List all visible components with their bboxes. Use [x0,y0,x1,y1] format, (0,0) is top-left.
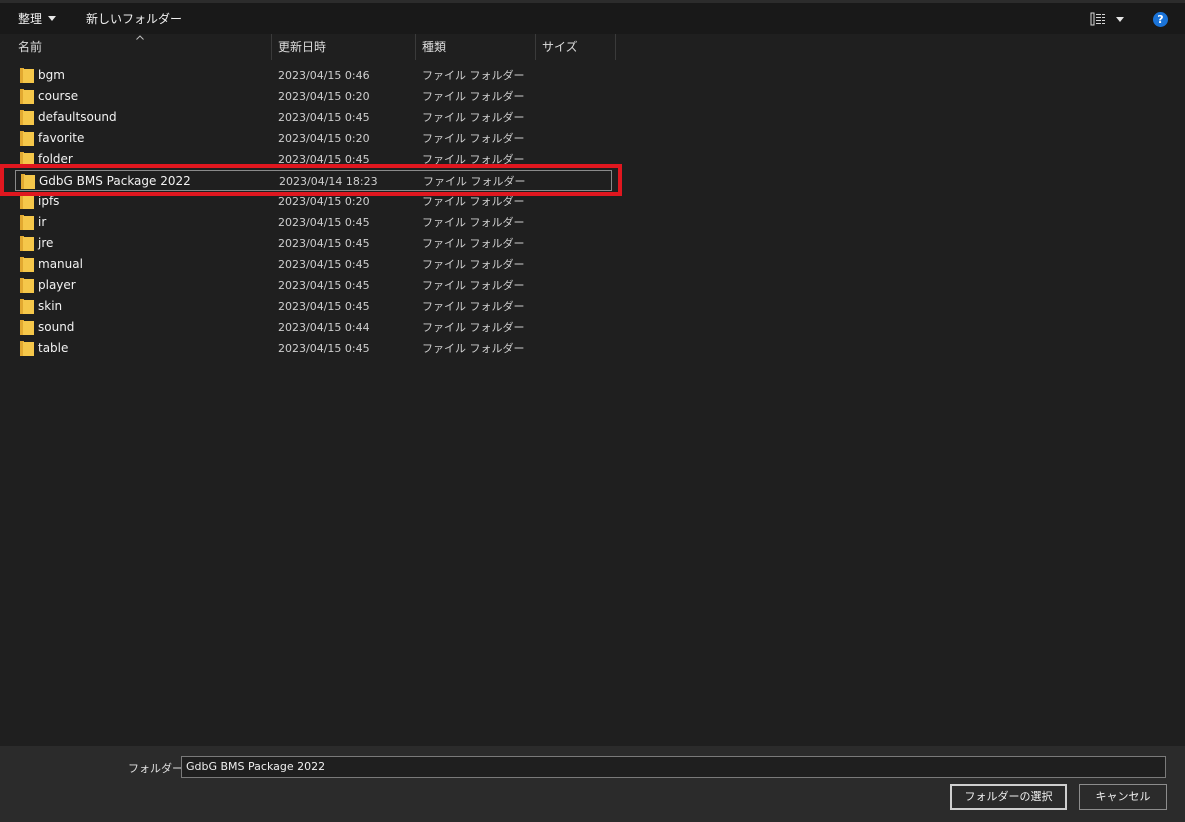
file-row[interactable]: defaultsound 2023/04/15 0:45 ファイル フォルダー [15,107,612,128]
file-row[interactable]: jre 2023/04/15 0:45 ファイル フォルダー [15,233,612,254]
file-date: 2023/04/15 0:45 [278,342,370,355]
folder-icon [20,257,34,272]
organize-label: 整理 [18,12,43,26]
new-folder-button[interactable]: 新しいフォルダー [86,9,182,29]
chevron-down-icon [1116,17,1124,22]
file-type: ファイル フォルダー [422,153,525,166]
file-row[interactable]: folder 2023/04/15 0:45 ファイル フォルダー [15,149,612,170]
file-date: 2023/04/15 0:44 [278,321,370,334]
sort-ascending-icon [136,35,144,40]
file-row[interactable]: player 2023/04/15 0:45 ファイル フォルダー [15,275,612,296]
file-type: ファイル フォルダー [422,69,525,82]
help-icon[interactable]: ? [1153,12,1168,27]
dialog-footer: フォルダー: GdbG BMS Package 2022 フォルダーの選択 キャ… [0,746,1185,822]
file-date: 2023/04/15 0:45 [278,153,370,166]
file-type: ファイル フォルダー [422,279,525,292]
column-header-date[interactable]: 更新日時 [272,34,416,60]
folder-icon [21,174,35,189]
file-name: GdbG BMS Package 2022 [39,174,191,188]
file-date: 2023/04/15 0:45 [278,279,370,292]
folder-field-label: フォルダー: [128,762,187,775]
file-name: table [38,341,69,355]
folder-icon [20,89,34,104]
file-row[interactable]: bgm 2023/04/15 0:46 ファイル フォルダー [15,65,612,86]
folder-name-input[interactable]: GdbG BMS Package 2022 [181,756,1166,778]
file-name: jre [38,236,54,250]
file-type: ファイル フォルダー [422,90,525,103]
folder-icon [20,110,34,125]
file-row[interactable]: skin 2023/04/15 0:45 ファイル フォルダー [15,296,612,317]
command-bar: 整理 新しいフォルダー ? [0,0,1185,34]
file-type: ファイル フォルダー [422,111,525,124]
file-row[interactable]: sound 2023/04/15 0:44 ファイル フォルダー [15,317,612,338]
folder-icon [20,68,34,83]
file-row[interactable]: GdbG BMS Package 2022 2023/04/14 18:23 ファイ… [15,170,612,191]
file-type: ファイル フォルダー [422,132,525,145]
folder-icon [20,320,34,335]
file-date: 2023/04/15 0:45 [278,258,370,271]
view-options-button[interactable] [1090,12,1130,28]
folder-icon [20,152,34,167]
file-date: 2023/04/15 0:20 [278,195,370,208]
column-header-type[interactable]: 種類 [416,34,536,60]
file-name: favorite [38,131,85,145]
file-row[interactable]: favorite 2023/04/15 0:20 ファイル フォルダー [15,128,612,149]
file-name: folder [38,152,73,166]
file-date: 2023/04/15 0:45 [278,111,370,124]
file-type: ファイル フォルダー [422,216,525,229]
organize-button[interactable]: 整理 [18,9,57,29]
file-date: 2023/04/15 0:20 [278,90,370,103]
file-row[interactable]: course 2023/04/15 0:20 ファイル フォルダー [15,86,612,107]
file-date: 2023/04/15 0:45 [278,300,370,313]
file-date: 2023/04/15 0:45 [278,237,370,250]
file-name: bgm [38,68,65,82]
file-row[interactable]: table 2023/04/15 0:45 ファイル フォルダー [15,338,612,359]
file-date: 2023/04/15 0:46 [278,69,370,82]
folder-icon [20,299,34,314]
file-type: ファイル フォルダー [422,321,525,334]
file-name: sound [38,320,75,334]
folder-icon [20,236,34,251]
file-type: ファイル フォルダー [422,300,525,313]
folder-icon [20,194,34,209]
column-header-row: 名前 更新日時 種類 サイズ [0,34,1185,60]
file-name: player [38,278,76,292]
file-name: course [38,89,79,103]
file-row[interactable]: ir 2023/04/15 0:45 ファイル フォルダー [15,212,612,233]
column-header-size[interactable]: サイズ [536,34,616,60]
file-type: ファイル フォルダー [422,195,525,208]
folder-icon [20,341,34,356]
folder-icon [20,131,34,146]
file-type: ファイル フォルダー [422,237,525,250]
folder-icon [20,215,34,230]
file-row[interactable]: ipfs 2023/04/15 0:20 ファイル フォルダー [15,191,612,212]
file-name: ipfs [38,194,60,208]
file-name: skin [38,299,63,313]
chevron-down-icon [48,16,57,21]
file-type: ファイル フォルダー [422,342,525,355]
select-folder-button[interactable]: フォルダーの選択 [950,784,1067,810]
folder-icon [20,278,34,293]
file-date: 2023/04/15 0:45 [278,216,370,229]
file-name: defaultsound [38,110,117,124]
cancel-button[interactable]: キャンセル [1079,784,1167,810]
file-name: manual [38,257,83,271]
file-date: 2023/04/14 18:23 [279,175,378,188]
file-row[interactable]: manual 2023/04/15 0:45 ファイル フォルダー [15,254,612,275]
file-name: ir [38,215,47,229]
file-type: ファイル フォルダー [422,258,525,271]
file-type: ファイル フォルダー [423,175,526,188]
file-date: 2023/04/15 0:20 [278,132,370,145]
view-details-icon [1090,12,1105,26]
